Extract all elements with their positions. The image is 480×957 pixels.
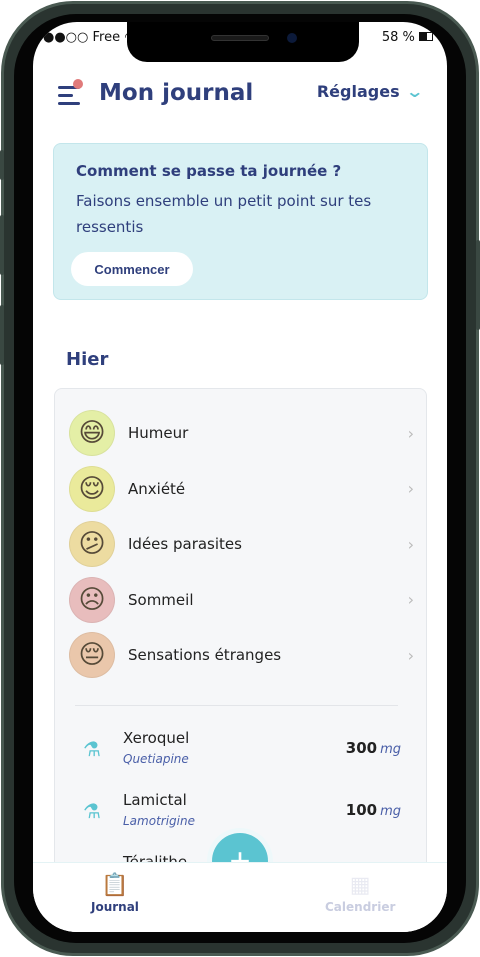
confused-face-icon: 😕	[69, 521, 115, 567]
mood-label: Humeur	[128, 424, 189, 442]
sad-face-icon: ☹	[69, 576, 115, 623]
med-name: Xeroquel	[123, 729, 190, 747]
tab-journal[interactable]: 📋 Journal	[91, 873, 139, 914]
dose-unit: mg	[380, 804, 401, 819]
dose-unit: mg	[380, 742, 401, 757]
dose-value: 100	[345, 801, 378, 819]
volume-up	[0, 215, 4, 275]
start-button[interactable]: Commencer	[71, 252, 193, 286]
mood-row-3[interactable]: ☹ Sommeil ›	[69, 576, 414, 624]
tab-calendar[interactable]: ▦ Calendrier	[325, 873, 395, 914]
chevron-right-icon: ›	[407, 423, 414, 443]
chevron-right-icon: ›	[407, 534, 414, 554]
tab-calendar-label: Calendrier	[325, 900, 396, 914]
laughing-face-icon: 😄	[69, 410, 115, 456]
settings-label: Réglages	[316, 82, 400, 101]
battery-icon	[419, 32, 433, 41]
page-title: Mon journal	[99, 80, 254, 106]
dose-value: 300	[345, 739, 378, 757]
camera	[287, 33, 297, 43]
pill-bottle-icon: ⚗	[83, 737, 101, 761]
weary-face-icon: 😔	[69, 632, 115, 678]
journal-icon: 📋	[101, 873, 129, 898]
section-title: Hier	[66, 349, 109, 370]
settings-dropdown[interactable]: Réglages ⌄	[316, 82, 424, 101]
mute-switch	[0, 150, 4, 180]
volume-down	[0, 305, 4, 365]
signal-icon: ●●○○	[43, 30, 89, 45]
mood-row-1[interactable]: 😌 Anxiété ›	[69, 465, 414, 513]
app-screen: ●●○○ Free ◠ 58 % Mon journal Réglages⌄ C…	[33, 22, 447, 932]
mood-row-4[interactable]: 😔 Sensations étranges ›	[69, 631, 414, 679]
mood-label: Anxiété	[128, 479, 186, 498]
med-dose: 100 mg	[346, 801, 401, 819]
tab-bar: 📋 Journal ▦ Calendrier	[33, 862, 447, 932]
carrier-label: Free	[92, 30, 121, 45]
status-battery: 58 %	[382, 30, 433, 45]
chevron-down-icon: ⌄	[404, 82, 424, 101]
content-face-icon: 😌	[69, 465, 115, 512]
med-dose: 300 mg	[346, 739, 401, 757]
power-button	[476, 240, 480, 330]
calendar-icon: ▦	[349, 873, 371, 898]
mood-label: Idées parasites	[128, 535, 242, 553]
mood-row-2[interactable]: 😕 Idées parasites ›	[69, 520, 414, 568]
notification-dot	[73, 79, 83, 89]
mood-label: Sensations étranges	[128, 646, 282, 664]
chevron-right-icon: ›	[407, 590, 414, 609]
speaker	[211, 35, 269, 41]
med-generic: Lamotrigine	[123, 814, 195, 828]
checkin-banner: Comment se passe ta journée ? Faisons en…	[53, 143, 428, 300]
battery-label: 58 %	[381, 30, 415, 45]
med-generic: Quetiapine	[123, 752, 189, 766]
banner-text: Faisons ensemble un petit point sur tes …	[76, 192, 372, 236]
divider	[75, 705, 398, 706]
mood-row-0[interactable]: 😄 Humeur ›	[69, 409, 414, 457]
chevron-right-icon: ›	[407, 645, 414, 665]
menu-icon[interactable]	[58, 86, 80, 110]
notch	[127, 22, 359, 62]
banner-title: Comment se passe ta journée ?	[76, 162, 342, 180]
med-name: Lamictal	[123, 791, 187, 809]
medication-row[interactable]: ⚗ Xeroquel Quetiapine 300 mg	[83, 729, 401, 773]
chevron-right-icon: ›	[407, 479, 414, 498]
status-carrier: ●●○○ Free ◠	[43, 30, 136, 45]
pill-bottle-icon: ⚗	[83, 799, 101, 823]
tab-journal-label: Journal	[91, 900, 139, 914]
mood-label: Sommeil	[128, 590, 194, 609]
medication-row[interactable]: ⚗ Lamictal Lamotrigine 100 mg	[83, 791, 401, 835]
